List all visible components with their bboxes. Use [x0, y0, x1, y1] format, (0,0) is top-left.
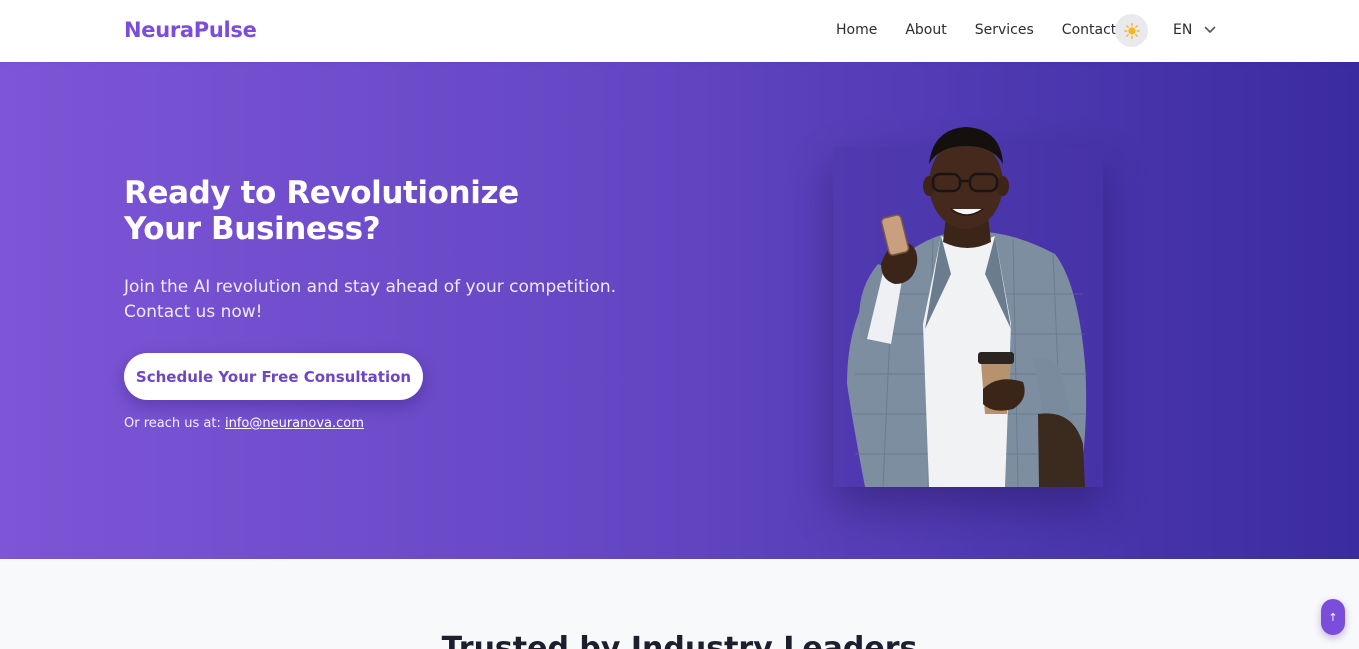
scroll-to-top-button[interactable]: ↑	[1321, 599, 1345, 635]
main-nav: Home About Services Contact	[836, 22, 1144, 38]
brand-logo[interactable]: NeuraPulse	[124, 18, 257, 42]
nav-link-about[interactable]: About	[905, 22, 946, 38]
nav-link-home[interactable]: Home	[836, 22, 877, 38]
arrow-up-icon: ↑	[1328, 610, 1338, 624]
nav-link-services[interactable]: Services	[975, 22, 1034, 38]
language-selector[interactable]: EN	[1173, 22, 1216, 38]
language-label: EN	[1173, 22, 1193, 38]
hero-subtitle: Join the AI revolution and stay ahead of…	[124, 277, 617, 322]
trusted-title: Trusted by Industry Leaders	[441, 631, 918, 649]
chevron-down-icon	[1205, 26, 1216, 33]
nav-link-contact[interactable]: Contact	[1062, 22, 1116, 38]
email-link[interactable]: info@neuranova.com	[225, 416, 364, 431]
contact-prefix: Or reach us at:	[124, 416, 221, 431]
hero-title: Ready to Revolutionize Your Business?	[124, 175, 519, 247]
hero-section: Ready to Revolutionize Your Business? Jo…	[0, 62, 1359, 559]
hero-photo-man-with-phone	[847, 127, 1087, 487]
trusted-section: Trusted by Industry Leaders	[0, 559, 1359, 649]
top-navbar: NeuraPulse Home About Services Contact E…	[0, 0, 1359, 62]
sun-icon	[1123, 22, 1140, 39]
theme-toggle-button[interactable]	[1115, 14, 1148, 47]
schedule-consultation-button[interactable]: Schedule Your Free Consultation	[124, 353, 423, 400]
contact-line: Or reach us at: info@neuranova.com	[124, 416, 364, 431]
